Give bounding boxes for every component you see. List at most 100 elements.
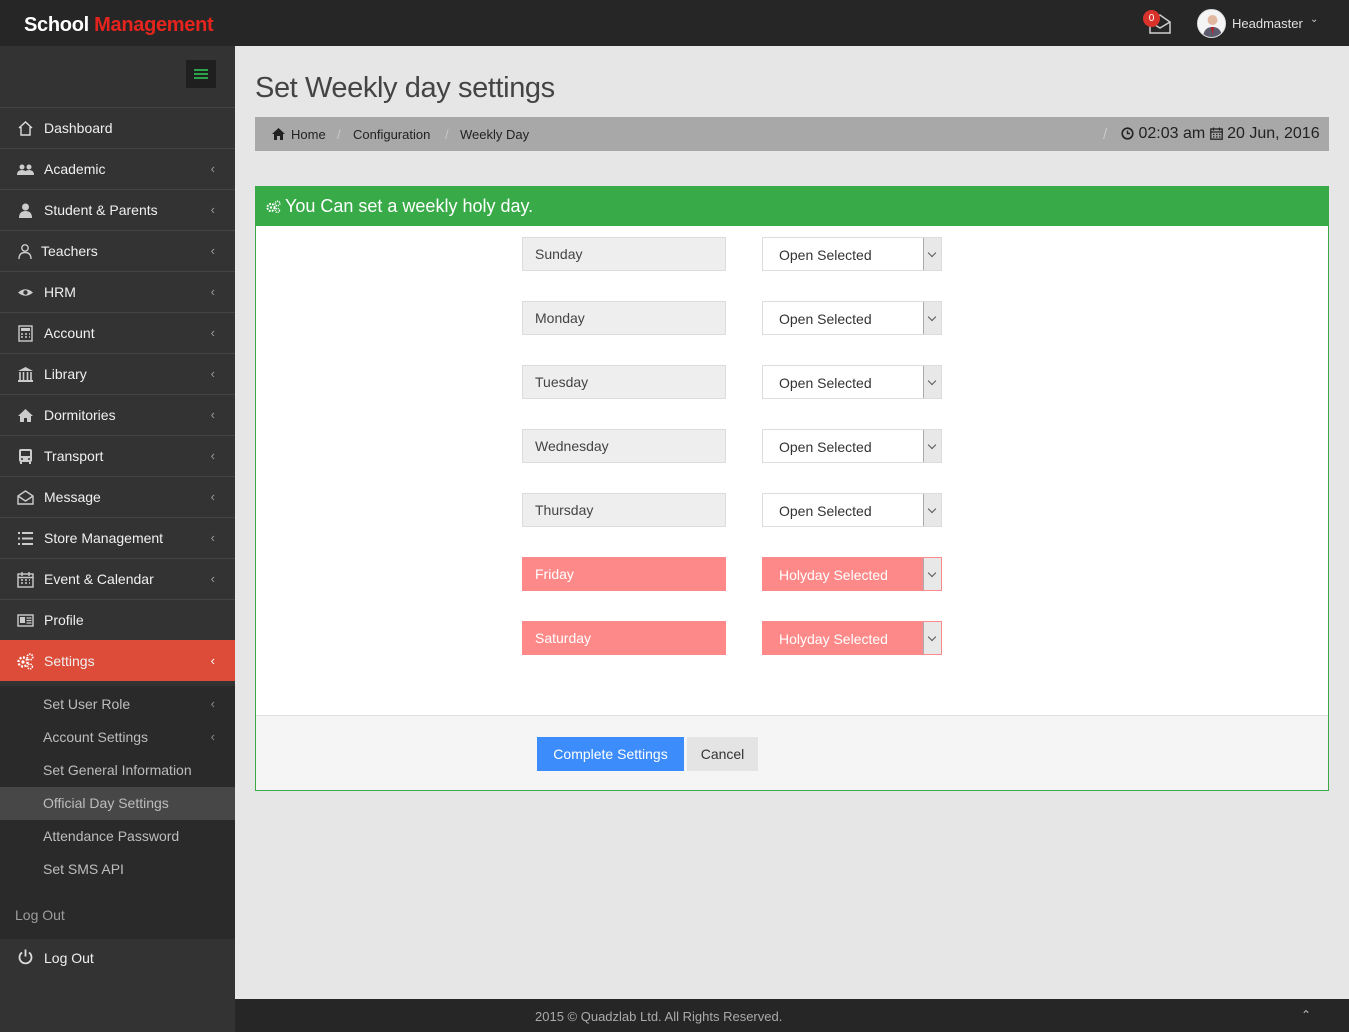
day-status-value: Open Selected xyxy=(779,375,872,391)
day-label: Wednesday xyxy=(522,429,726,463)
sidebar-item-academic[interactable]: Academic ‹ xyxy=(0,148,235,189)
submenu-item-set-sms-api[interactable]: Set SMS API xyxy=(0,853,235,886)
sidebar-item-hrm[interactable]: HRM ‹ xyxy=(0,271,235,312)
day-row: Sunday Open Selected xyxy=(522,237,942,271)
day-status-select[interactable]: Open Selected xyxy=(762,493,942,527)
dropdown-arrow-icon[interactable] xyxy=(923,558,941,590)
teacher-icon xyxy=(18,244,32,260)
bank-icon xyxy=(18,367,33,382)
menu-toggle-icon[interactable] xyxy=(186,60,216,88)
sidebar-item-teachers[interactable]: Teachers ‹ xyxy=(0,230,235,271)
logout-link-text[interactable]: Log Out xyxy=(15,907,65,923)
sidebar-item-account[interactable]: Account ‹ xyxy=(0,312,235,353)
chevron-left-icon: ‹ xyxy=(210,325,215,340)
weekly-day-panel: You Can set a weekly holy day. Sunday Op… xyxy=(255,186,1329,791)
sidebar-item-label: Log Out xyxy=(44,950,94,966)
sidebar-item-library[interactable]: Library ‹ xyxy=(0,353,235,394)
dropdown-arrow-icon[interactable] xyxy=(923,366,941,398)
home-icon xyxy=(18,409,33,422)
dropdown-arrow-icon[interactable] xyxy=(923,430,941,462)
user-name[interactable]: Headmaster xyxy=(1232,16,1303,31)
sidebar-item-message[interactable]: Message ‹ xyxy=(0,476,235,517)
submenu-item-account-settings[interactable]: Account Settings ‹ xyxy=(0,721,235,754)
sidebar-item-dashboard[interactable]: Dashboard xyxy=(0,107,235,148)
dropdown-arrow-icon[interactable] xyxy=(923,238,941,270)
sidebar-item-settings[interactable]: Settings ‹ xyxy=(0,640,235,681)
breadcrumb-home[interactable]: Home xyxy=(291,127,326,142)
dropdown-arrow-icon[interactable] xyxy=(923,494,941,526)
breadcrumb-configuration[interactable]: Configuration xyxy=(353,127,430,142)
cancel-button[interactable]: Cancel xyxy=(687,737,758,771)
user-icon xyxy=(19,203,32,218)
chevron-left-icon: ‹ xyxy=(210,284,215,299)
panel-heading: You Can set a weekly holy day. xyxy=(256,187,1328,226)
day-status-select[interactable]: Open Selected xyxy=(762,237,942,271)
breadcrumb: Home / Configuration / Weekly Day / 02:0… xyxy=(255,117,1329,151)
sidebar-item-profile[interactable]: Profile xyxy=(0,599,235,640)
complete-settings-button[interactable]: Complete Settings xyxy=(537,737,684,771)
day-row: Wednesday Open Selected xyxy=(522,429,942,463)
sidebar-item-label: Dashboard xyxy=(44,120,113,136)
brand-logo[interactable]: School Management xyxy=(24,14,214,37)
chevron-up-icon[interactable]: ⌃ xyxy=(1301,1008,1311,1022)
day-row: Monday Open Selected xyxy=(522,301,942,335)
sidebar-item-label: Message xyxy=(44,489,101,505)
eye-icon xyxy=(18,289,33,296)
home-icon xyxy=(18,121,33,136)
sidebar-item-label: HRM xyxy=(44,284,76,300)
day-status-select[interactable]: Holyday Selected xyxy=(762,557,942,591)
day-label: Monday xyxy=(522,301,726,335)
sidebar-item-label: Library xyxy=(44,366,87,382)
dropdown-arrow-icon[interactable] xyxy=(923,622,941,654)
submenu-item-label: Set General Information xyxy=(43,762,192,778)
chevron-left-icon: ‹ xyxy=(210,729,215,744)
current-date: 20 Jun, 2016 xyxy=(1227,125,1320,142)
sidebar-item-transport[interactable]: Transport ‹ xyxy=(0,435,235,476)
submenu-item-label: Attendance Password xyxy=(43,828,180,844)
submenu-item-set-user-role[interactable]: Set User Role ‹ xyxy=(0,688,235,721)
sidebar-item-label: Academic xyxy=(44,161,106,177)
mail-count-badge: 0 xyxy=(1143,10,1160,27)
home-icon xyxy=(272,128,285,140)
sidebar-item-logout[interactable]: Log Out xyxy=(0,942,235,974)
chevron-down-icon[interactable]: ⌄ xyxy=(1310,14,1318,25)
gears-icon xyxy=(266,200,281,213)
day-status-value: Open Selected xyxy=(779,503,872,519)
submenu-item-set-general-information[interactable]: Set General Information xyxy=(0,754,235,787)
sidebar-item-student-parents[interactable]: Student & Parents ‹ xyxy=(0,189,235,230)
day-status-select[interactable]: Open Selected xyxy=(762,301,942,335)
submenu-item-label: Official Day Settings xyxy=(43,795,169,811)
chevron-left-icon: ‹ xyxy=(210,161,215,176)
sidebar-item-event-calendar[interactable]: Event & Calendar ‹ xyxy=(0,558,235,599)
brand-text-2: Management xyxy=(94,14,214,36)
sidebar-item-dormitories[interactable]: Dormitories ‹ xyxy=(0,394,235,435)
day-status-select[interactable]: Open Selected xyxy=(762,365,942,399)
sidebar-item-label: Store Management xyxy=(44,530,164,546)
day-row: Friday Holyday Selected xyxy=(522,557,942,591)
day-label: Thursday xyxy=(522,493,726,527)
day-status-select[interactable]: Holyday Selected xyxy=(762,621,942,655)
calendar-icon xyxy=(17,572,34,588)
chevron-left-icon: ‹ xyxy=(210,243,215,258)
sidebar-item-label: Transport xyxy=(44,448,104,464)
day-label: Sunday xyxy=(522,237,726,271)
day-status-select[interactable]: Open Selected xyxy=(762,429,942,463)
chevron-left-icon: ‹ xyxy=(210,696,215,711)
submenu-item-label: Set SMS API xyxy=(43,861,124,877)
breadcrumb-separator: / xyxy=(337,127,341,142)
submenu-item-official-day-settings[interactable]: Official Day Settings xyxy=(0,787,235,820)
submenu-item-attendance-password[interactable]: Attendance Password xyxy=(0,820,235,853)
avatar[interactable] xyxy=(1197,9,1226,38)
clock-icon xyxy=(1121,127,1134,140)
sidebar-item-label: Profile xyxy=(44,612,84,628)
calculator-icon xyxy=(18,325,33,342)
sidebar-item-label: Student & Parents xyxy=(44,202,158,218)
day-row: Saturday Holyday Selected xyxy=(522,621,942,655)
sidebar-item-store-management[interactable]: Store Management ‹ xyxy=(0,517,235,558)
dropdown-arrow-icon[interactable] xyxy=(923,302,941,334)
sidebar-item-label: Account xyxy=(44,325,95,341)
chevron-left-icon: ‹ xyxy=(210,202,215,217)
chevron-left-icon: ‹ xyxy=(210,653,215,668)
sidebar-item-label: Settings xyxy=(44,653,95,669)
top-bar: School Management 0 Headmaster ⌄ xyxy=(0,0,1349,46)
